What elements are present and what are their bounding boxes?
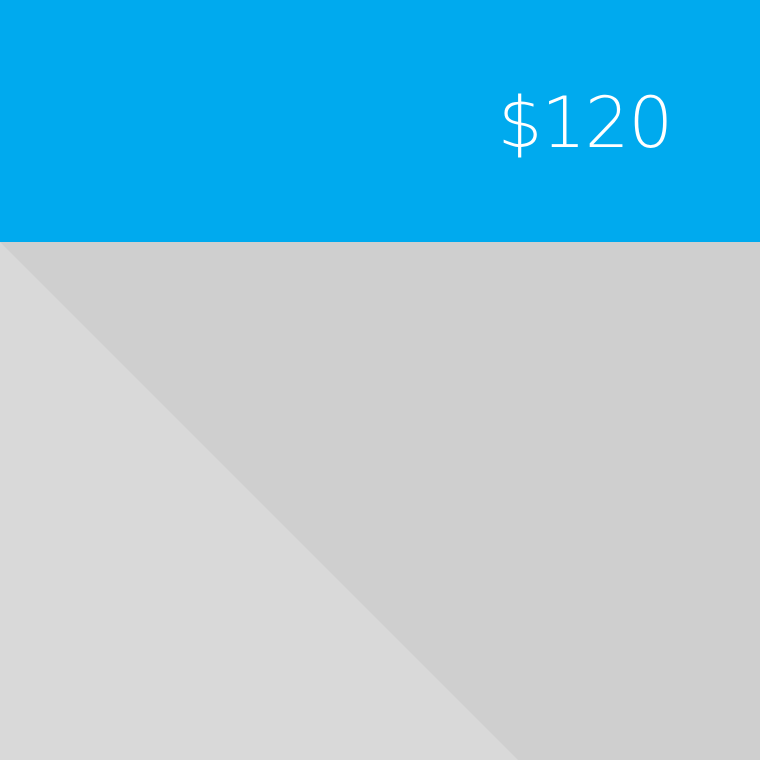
product-card: $120 (0, 0, 760, 760)
image-placeholder-graphic (0, 242, 760, 760)
image-placeholder (0, 242, 760, 760)
price-label: $120 (497, 82, 673, 164)
price-header: $120 (0, 0, 760, 242)
